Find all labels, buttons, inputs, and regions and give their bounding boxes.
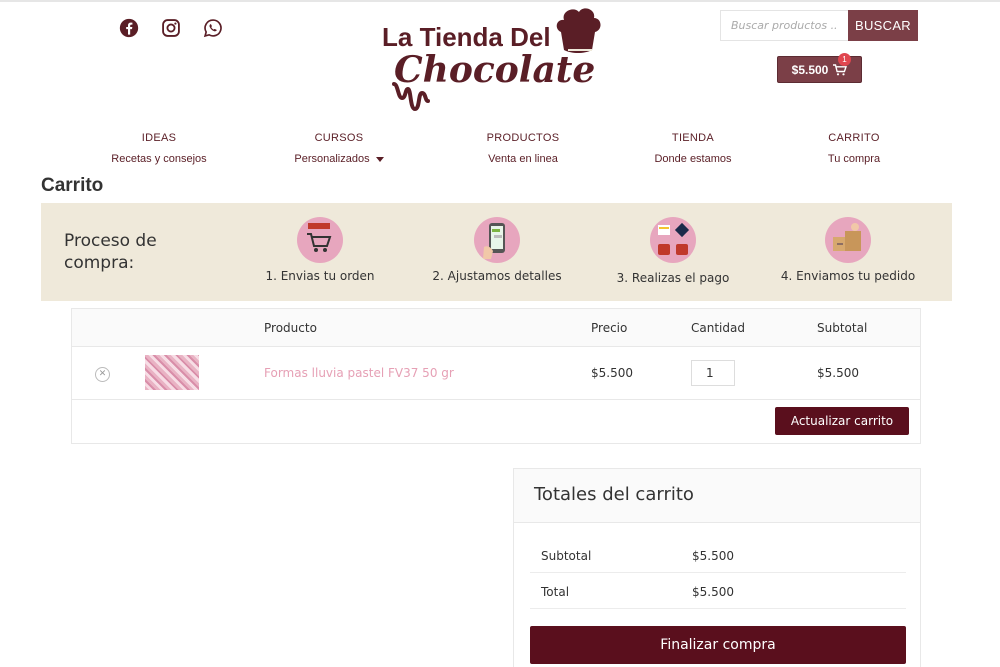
nav-title: CURSOS	[314, 132, 364, 144]
nav-title: PRODUCTOS	[486, 132, 560, 144]
process-step-caption: 4. Enviamos tu pedido	[780, 269, 916, 283]
process-step: 1. Envias tu orden	[235, 217, 405, 283]
nav-title: IDEAS	[141, 132, 177, 144]
process-step: 3. Realizas el pago	[588, 217, 758, 285]
column-header-product: Producto	[264, 321, 317, 335]
total-label: Total	[541, 585, 570, 599]
nav-subtitle: Venta en linea	[488, 153, 558, 165]
logo-line-2: Chocolate	[394, 49, 595, 91]
page-title: Carrito	[41, 175, 104, 196]
column-header-price: Precio	[591, 321, 628, 335]
nav-item-ideas[interactable]: IDEAS Recetas y consejos	[69, 132, 249, 165]
payment-icon	[650, 217, 696, 263]
checkout-button[interactable]: Finalizar compra	[530, 626, 906, 664]
nav-item-carrito[interactable]: CARRITO Tu compra	[764, 132, 944, 165]
column-header-quantity: Cantidad	[691, 321, 745, 335]
subtotal-row: Subtotal $5.500	[530, 538, 906, 573]
nav-subtitle: Recetas y consejos	[111, 153, 207, 165]
social-links	[119, 18, 223, 38]
process-step-caption: 3. Realizas el pago	[616, 271, 730, 285]
total-row: Total $5.500	[530, 574, 906, 609]
mini-cart-button[interactable]: $5.500 1	[777, 53, 862, 83]
process-step: 4. Enviamos tu pedido	[763, 217, 933, 283]
whatsapp-icon	[203, 19, 222, 38]
process-step: 2. Ajustamos detalles	[412, 217, 582, 283]
totals-title: Totales del carrito	[514, 469, 920, 523]
instagram-link[interactable]	[161, 18, 181, 38]
facebook-link[interactable]	[119, 18, 139, 38]
subtotal-label: Subtotal	[541, 549, 592, 563]
cart-icon	[297, 217, 343, 263]
chef-hat-icon	[556, 8, 601, 53]
process-step-caption: 1. Envias tu orden	[265, 269, 375, 283]
product-search: BUSCAR	[720, 10, 918, 41]
whatsapp-link[interactable]	[203, 18, 223, 38]
remove-item-icon[interactable]: ✕	[95, 367, 110, 382]
mini-cart-amount: $5.500	[791, 62, 829, 77]
process-label: Proceso de compra:	[64, 231, 157, 273]
column-header-subtotal: Subtotal	[817, 321, 868, 335]
quantity-input[interactable]	[691, 360, 735, 386]
caret-down-icon[interactable]	[375, 156, 384, 162]
process-step-caption: 2. Ajustamos detalles	[432, 269, 562, 283]
nav-subtitle: Donde estamos	[654, 153, 732, 165]
total-value: $5.500	[692, 585, 734, 599]
cart-totals: Totales del carrito Subtotal $5.500 Tota…	[513, 468, 921, 667]
nav-item-tienda[interactable]: TIENDA Donde estamos	[603, 132, 783, 165]
product-price: $5.500	[591, 366, 633, 380]
product-name-link[interactable]: Formas lluvia pastel FV37 50 gr	[264, 366, 454, 380]
table-header: Producto Precio Cantidad Subtotal	[72, 309, 920, 347]
nav-item-productos[interactable]: PRODUCTOS Venta en linea	[433, 132, 613, 165]
phone-chat-icon	[474, 217, 520, 263]
subtotal-value: $5.500	[692, 549, 734, 563]
search-input[interactable]	[720, 10, 848, 41]
nav-subtitle: Personalizados	[294, 153, 370, 165]
nav-title: CARRITO	[828, 132, 880, 144]
cart-count-badge: 1	[838, 53, 851, 66]
product-subtotal: $5.500	[817, 366, 859, 380]
nav-subtitle: Tu compra	[827, 153, 881, 165]
search-button[interactable]: BUSCAR	[848, 10, 918, 41]
cart-table: Producto Precio Cantidad Subtotal ✕ Form…	[71, 308, 921, 444]
nav-item-cursos[interactable]: CURSOS Personalizados	[249, 132, 429, 165]
update-cart-button[interactable]: Actualizar carrito	[775, 407, 909, 435]
top-border	[0, 0, 1000, 2]
product-thumbnail[interactable]	[145, 355, 199, 390]
store-logo[interactable]: La Tienda Del Chocolate	[378, 8, 614, 112]
logo-line-1: La Tienda Del	[382, 22, 551, 52]
nav-title: TIENDA	[671, 132, 715, 144]
instagram-icon	[162, 19, 180, 37]
table-row: ✕ Formas lluvia pastel FV37 50 gr $5.500…	[72, 347, 920, 400]
purchase-process-banner: Proceso de compra: 1. Envias tu orden 2.…	[41, 203, 952, 301]
delivery-icon	[825, 217, 871, 263]
facebook-icon	[119, 18, 139, 38]
